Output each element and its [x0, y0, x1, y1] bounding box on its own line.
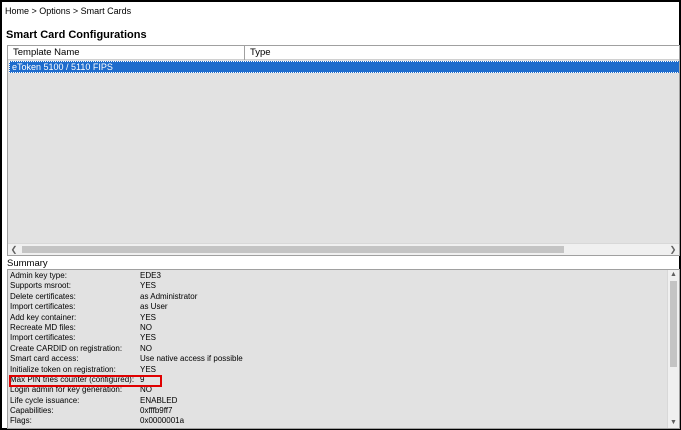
summary-row: Recreate MD files: NO: [8, 323, 668, 333]
summary-key: Supports msroot:: [10, 281, 71, 291]
chevron-right-icon[interactable]: ❯: [667, 244, 679, 255]
summary-row: Initialize token on registration: YES: [8, 365, 668, 375]
summary-key: Smart card access:: [10, 354, 79, 364]
summary-value: NO: [140, 343, 152, 353]
summary-row: Smart card access: Use native access if p…: [8, 354, 668, 364]
breadcrumb: Home > Options > Smart Cards: [5, 6, 131, 16]
chevron-up-icon[interactable]: ▲: [668, 270, 679, 280]
horizontal-scrollbar[interactable]: ❮ ❯: [8, 243, 679, 255]
summary-value: 0xfffb9ff7: [140, 406, 173, 416]
summary-value: as Administrator: [140, 291, 198, 301]
summary-value: YES: [140, 281, 157, 291]
summary-value: 0x0000001a: [140, 416, 185, 426]
vertical-scrollbar[interactable]: ▲ ▼: [667, 270, 679, 428]
breadcrumb-options[interactable]: Options: [39, 6, 70, 16]
summary-key: Delete certificates:: [10, 291, 76, 301]
summary-row: Life cycle issuance: ENABLED: [8, 396, 668, 406]
summary-panel[interactable]: Admin key type: EDE3 Supports msroot: YES De…: [7, 269, 680, 429]
list-header: Template Name Type: [8, 46, 679, 60]
summary-value: ENABLED: [140, 395, 178, 405]
summary-row: Admin key type: EDE3: [8, 271, 668, 281]
summary-key: Initialize token on registration:: [10, 364, 116, 374]
breadcrumb-home[interactable]: Home: [5, 6, 29, 16]
template-name-cell: eToken 5100 / 5110 FIPS: [12, 62, 113, 72]
breadcrumb-smart-cards: Smart Cards: [80, 6, 132, 16]
summary-key: Flags:: [10, 416, 32, 426]
summary-value: NO: [140, 322, 152, 332]
template-list[interactable]: Template Name Type eToken 5100 / 5110 FI…: [7, 45, 680, 256]
summary-label: Summary: [7, 258, 48, 269]
column-header-type[interactable]: Type: [245, 47, 545, 59]
breadcrumb-separator: >: [29, 6, 40, 16]
chevron-down-icon[interactable]: ▼: [668, 418, 679, 428]
column-header-template-name[interactable]: Template Name: [8, 47, 244, 59]
summary-key: Recreate MD files:: [10, 322, 76, 332]
summary-row: Create CARDID on registration: NO: [8, 344, 668, 354]
summary-key: Life cycle issuance:: [10, 395, 80, 405]
summary-row: Capabilities: 0xfffb9ff7: [8, 406, 668, 416]
summary-key: Import certificates:: [10, 302, 76, 312]
vertical-scroll-thumb[interactable]: [670, 281, 677, 367]
summary-list: Admin key type: EDE3 Supports msroot: YES De…: [8, 271, 668, 427]
summary-key: Admin key type:: [10, 271, 67, 280]
window-frame: Home > Options > Smart Cards Smart Card …: [0, 0, 681, 430]
chevron-left-icon[interactable]: ❮: [8, 244, 20, 255]
page-title: Smart Card Configurations: [6, 29, 147, 41]
summary-value: YES: [140, 364, 157, 374]
summary-value: EDE3: [140, 271, 161, 280]
highlight-box: [9, 375, 162, 387]
summary-value: as User: [140, 302, 168, 312]
summary-key: Create CARDID on registration:: [10, 343, 123, 353]
summary-row: Supports msroot: YES: [8, 281, 668, 291]
horizontal-scroll-thumb[interactable]: [22, 246, 564, 253]
template-row-selected[interactable]: eToken 5100 / 5110 FIPS: [9, 61, 679, 73]
summary-row: Import certificates: as User: [8, 302, 668, 312]
summary-row: Flags: 0x0000001a: [8, 416, 668, 426]
summary-key: Capabilities:: [10, 406, 54, 416]
summary-row: Import certificates: YES: [8, 333, 668, 343]
summary-value: YES: [140, 312, 157, 322]
summary-row: Delete certificates: as Administrator: [8, 292, 668, 302]
summary-value: Use native access if possible: [140, 354, 243, 364]
summary-row: Add key container: YES: [8, 313, 668, 323]
summary-key: Add key container:: [10, 312, 77, 322]
breadcrumb-separator: >: [70, 6, 81, 16]
summary-value: YES: [140, 333, 157, 343]
summary-key: Import certificates:: [10, 333, 76, 343]
